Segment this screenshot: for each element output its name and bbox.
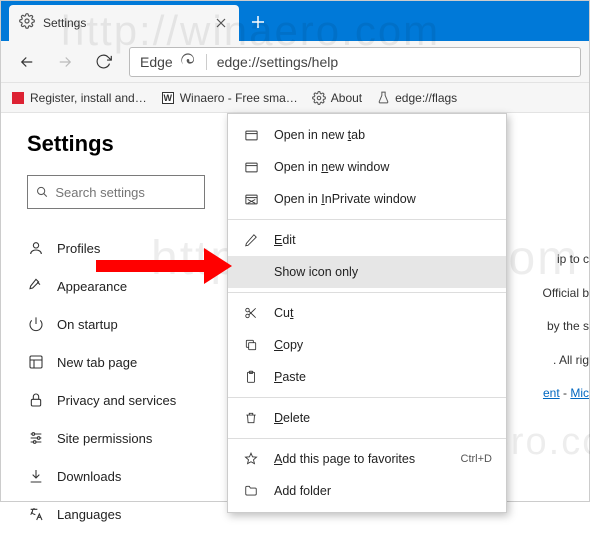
language-icon [27,506,45,522]
folder-icon [242,484,260,498]
address-brand: Edge [130,52,206,71]
menu-open-new-tab[interactable]: Open in new tab [228,119,506,151]
flask-icon [376,91,390,105]
sidebar-item-startup[interactable]: On startup [27,305,221,343]
menu-cut[interactable]: Cut [228,297,506,329]
bookmark-item[interactable]: Register, install and… [11,91,147,105]
menu-add-favorites[interactable]: Add this page to favorites Ctrl+D [228,443,506,475]
power-icon [27,316,45,332]
bookmark-item[interactable]: About [312,91,362,105]
edge-icon [180,52,196,71]
partial-text: ip to c Official b by the s . All rig en… [543,243,589,411]
menu-show-icon-only[interactable]: Show icon only [228,256,506,288]
window-icon [242,160,260,175]
settings-sidebar: Settings Profiles Appearance On startup … [1,113,221,501]
link[interactable]: Mic [570,386,589,400]
separator [228,438,506,439]
toolbar: Edge edge://settings/help [1,41,589,83]
search-input[interactable] [55,185,196,200]
separator [228,219,506,220]
menu-copy[interactable]: Copy [228,329,506,361]
back-button[interactable] [9,44,45,80]
menu-delete[interactable]: Delete [228,402,506,434]
sidebar-item-languages[interactable]: Languages [27,495,221,533]
address-url: edge://settings/help [206,54,348,70]
context-menu: Open in new tab Open in new window Open … [227,113,507,513]
page-title: Settings [27,131,221,157]
link[interactable]: ent [543,386,560,400]
address-bar[interactable]: Edge edge://settings/help [129,47,581,77]
sidebar-item-downloads[interactable]: Downloads [27,457,221,495]
sidebar-item-privacy[interactable]: Privacy and services [27,381,221,419]
gear-icon [19,13,35,34]
pencil-icon [242,233,260,247]
scissors-icon [242,306,260,320]
separator [228,292,506,293]
menu-edit[interactable]: Edit [228,224,506,256]
sidebar-item-appearance[interactable]: Appearance [27,267,221,305]
bookmarks-bar: Register, install and… W Winaero - Free … [1,83,589,113]
menu-add-folder[interactable]: Add folder [228,475,506,507]
copy-icon [242,338,260,352]
lock-icon [27,392,45,408]
forward-button[interactable] [47,44,83,80]
paint-icon [27,278,45,294]
tab-title: Settings [43,16,205,30]
brand-label: Edge [140,54,173,70]
menu-paste[interactable]: Paste [228,361,506,393]
sidebar-item-newtab[interactable]: New tab page [27,343,221,381]
window-icon [242,128,260,143]
gear-icon [312,91,326,105]
refresh-button[interactable] [85,44,121,80]
new-tab-button[interactable] [243,7,273,37]
trash-icon [242,411,260,425]
sidebar-item-site[interactable]: Site permissions [27,419,221,457]
clipboard-icon [242,370,260,384]
menu-open-new-window[interactable]: Open in new window [228,151,506,183]
bookmark-item[interactable]: W Winaero - Free sma… [161,91,298,105]
sliders-icon [27,430,45,446]
search-icon [36,185,48,199]
annotation-arrow [96,260,206,272]
browser-tab[interactable]: Settings [9,5,239,41]
favicon-icon: W [161,91,175,105]
separator [228,397,506,398]
title-bar: Settings [1,1,589,41]
person-icon [27,240,45,256]
star-icon [242,452,260,466]
inprivate-icon [242,192,260,207]
favicon-icon [11,91,25,105]
download-icon [27,468,45,484]
grid-icon [27,354,45,370]
close-tab-icon[interactable] [213,15,229,31]
search-input-wrap[interactable] [27,175,205,209]
shortcut-label: Ctrl+D [461,453,492,465]
menu-open-inprivate[interactable]: Open in InPrivate window [228,183,506,215]
bookmark-item[interactable]: edge://flags [376,91,457,105]
